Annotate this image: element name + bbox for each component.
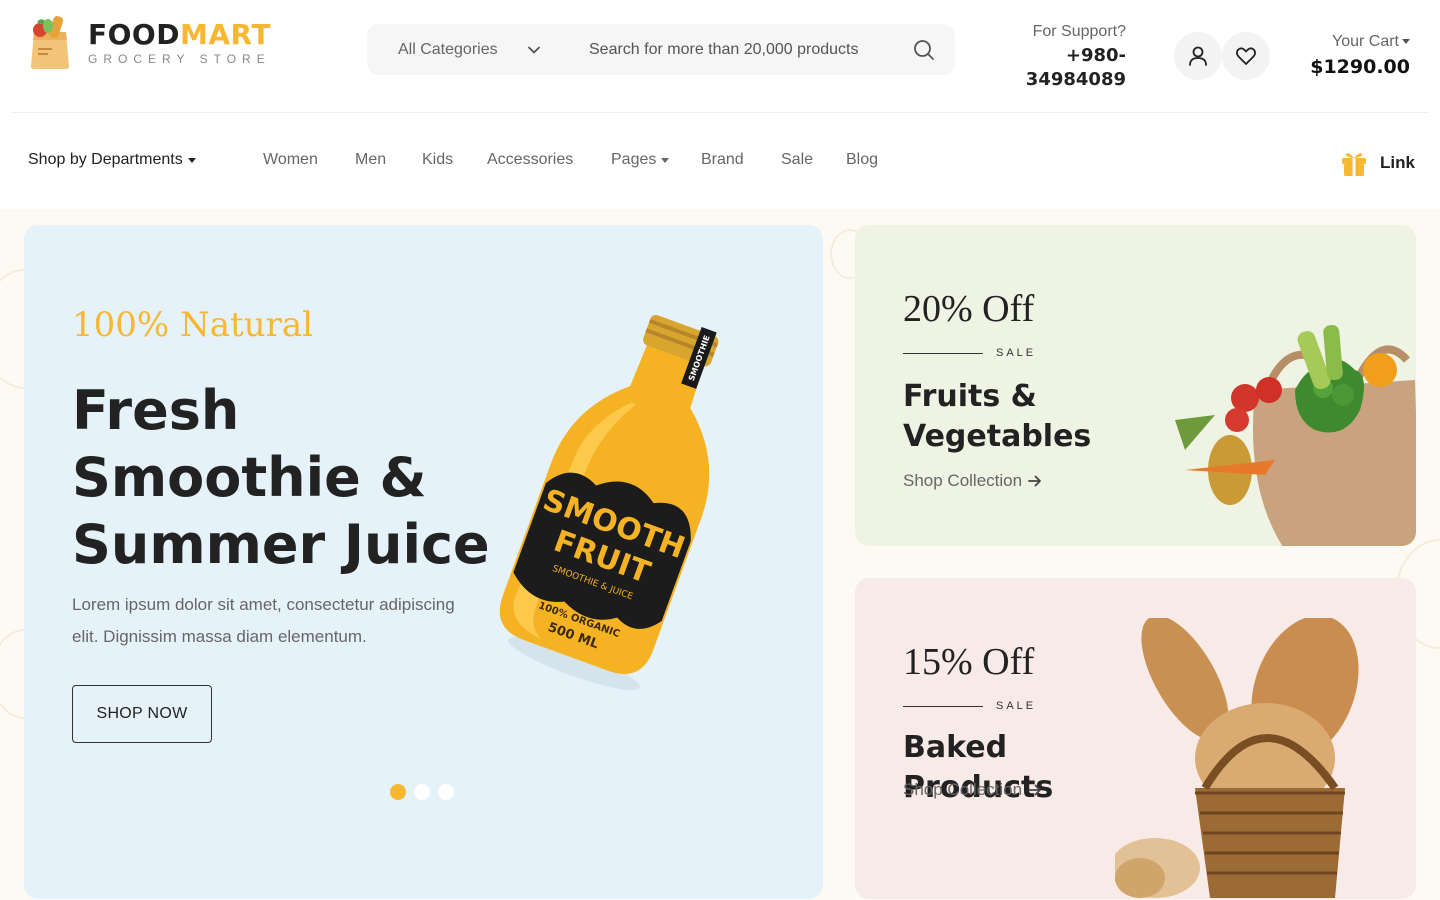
shop-now-button[interactable]: SHOP NOW	[72, 685, 212, 743]
nav-link-pages[interactable]: Pages	[611, 151, 670, 169]
nav-link-sale[interactable]: Sale	[781, 151, 813, 169]
hero-description: Lorem ipsum dolor sit amet, consectetur …	[72, 595, 455, 646]
nav-link-accessories[interactable]: Accessories	[487, 151, 573, 169]
smoothie-bottle-image: SMOOTHIE SMOOTH FRUIT SMOOTHIE & JUICE 1…	[486, 281, 766, 706]
nav-link-women[interactable]: Women	[263, 151, 318, 169]
hero-title: Fresh Smoothie & Summer Juice	[72, 379, 490, 576]
gift-link-label: Link	[1380, 153, 1415, 172]
nav-link-brand[interactable]: Brand	[701, 151, 744, 169]
brand-name: FOODMART	[88, 18, 271, 51]
departments-dropdown[interactable]: Shop by Departments	[28, 151, 196, 169]
bread-basket-image	[1110, 615, 1415, 899]
hero-banner: 100% Natural Fresh Smoothie & Summer Jui…	[24, 225, 823, 899]
promo-sale-label: SALE	[903, 700, 1036, 712]
carousel-dots	[390, 784, 454, 800]
search-bar: All Categories Search for more than 20,0…	[367, 24, 955, 75]
promo-sale-label: SALE	[903, 347, 1036, 359]
caret-down-icon	[1402, 39, 1410, 45]
nav-link-blog[interactable]: Blog	[846, 151, 878, 169]
cart-total: $1290.00	[1310, 56, 1410, 78]
caret-down-icon	[661, 157, 670, 163]
promo-title: Fruits & Vegetables	[903, 379, 1092, 454]
carousel-dot-3[interactable]	[438, 784, 454, 800]
grocery-bag-logo-icon	[28, 14, 72, 70]
carousel-dot-1[interactable]	[390, 784, 406, 800]
promo-discount: 20% Off	[903, 288, 1035, 330]
search-input[interactable]: Search for more than 20,000 products	[557, 41, 893, 59]
carousel-dot-2[interactable]	[414, 784, 430, 800]
nav-link-men[interactable]: Men	[355, 151, 386, 169]
promo-card-fruits-vegetables[interactable]: 20% Off SALE Fruits & Vegetables Shop Co…	[855, 225, 1416, 546]
search-button[interactable]	[893, 24, 955, 75]
shop-collection-link[interactable]: Shop Collection	[903, 471, 1042, 491]
wishlist-button[interactable]	[1222, 32, 1270, 80]
account-button[interactable]	[1174, 32, 1222, 80]
caret-down-icon	[187, 157, 196, 163]
heart-icon	[1235, 47, 1257, 65]
promo-discount: 15% Off	[903, 641, 1035, 683]
departments-label: Shop by Departments	[28, 151, 183, 168]
promo-card-baked-products[interactable]: 15% Off SALE Baked Products Shop Collect…	[855, 578, 1416, 899]
chevron-down-icon	[528, 46, 540, 53]
nav-link-kids[interactable]: Kids	[422, 151, 453, 169]
support-phone[interactable]: +980- 34984089	[1000, 44, 1126, 92]
user-icon	[1189, 46, 1207, 66]
gift-link[interactable]: Link	[1340, 149, 1415, 177]
vegetable-bag-image	[1145, 320, 1416, 546]
shop-collection-link[interactable]: Shop Collection	[903, 780, 1042, 800]
cart-label: Your Cart	[1300, 30, 1410, 54]
brand-tagline: GROCERY STORE	[88, 52, 271, 66]
search-icon	[914, 39, 934, 60]
site-header: FOODMART GROCERY STORE All Categories Se…	[0, 0, 1440, 112]
category-select-value: All Categories	[398, 40, 498, 58]
cart-summary[interactable]: Your Cart $1290.00	[1300, 30, 1410, 80]
logo[interactable]: FOODMART GROCERY STORE	[28, 14, 271, 70]
support-label: For Support?	[1032, 23, 1126, 40]
hero-tagline: 100% Natural	[72, 305, 313, 345]
category-select[interactable]: All Categories	[367, 24, 557, 75]
main-nav: Shop by Departments Women Men Kids Acces…	[0, 113, 1440, 209]
gift-icon	[1342, 153, 1366, 176]
arrow-right-icon	[1028, 784, 1041, 796]
support-info: For Support? +980- 34984089	[1000, 20, 1126, 92]
arrow-right-icon	[1028, 475, 1041, 487]
